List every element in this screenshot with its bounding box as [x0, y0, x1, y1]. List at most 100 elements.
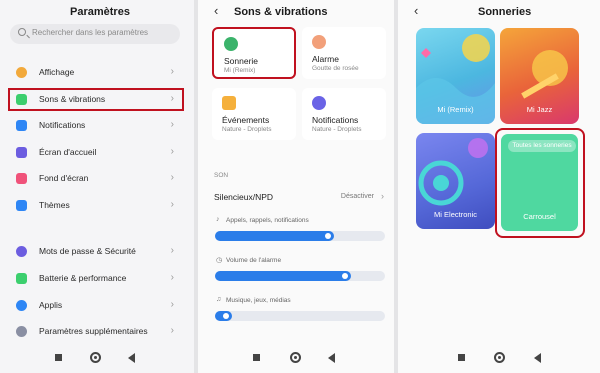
settings-panel: Paramètres Rechercher dans les paramètre…: [0, 0, 194, 373]
chevron-right-icon: ›: [170, 146, 174, 157]
tile-label: Carrousel: [523, 212, 556, 221]
settings-item-label: Notifications: [39, 120, 86, 130]
chevron-right-icon: ›: [170, 172, 174, 183]
settings-item-applis[interactable]: Applis ›: [8, 295, 184, 317]
slider-fill: [215, 311, 232, 321]
settings-item-parametres-supp[interactable]: Paramètres supplémentaires ›: [8, 321, 184, 343]
bell-icon: [312, 96, 326, 110]
settings-item-fond-ecran[interactable]: Fond d'écran ›: [8, 168, 184, 190]
tile-background: Toutes les sonneries Carrousel: [501, 134, 578, 231]
card-subtitle: Nature - Droplets: [222, 126, 272, 133]
settings-item-themes[interactable]: Thèmes ›: [8, 195, 184, 217]
settings-item-label: Mots de passe & Sécurité: [39, 246, 136, 256]
wallpaper-icon: [16, 173, 27, 184]
card-subtitle: Goutte de rosée: [312, 65, 359, 72]
navigation-bar: [198, 351, 394, 365]
ring-volume-slider[interactable]: [215, 231, 385, 241]
recent-apps-button[interactable]: [55, 354, 62, 361]
back-arrow-icon[interactable]: ‹: [214, 3, 218, 18]
alarm-card[interactable]: Alarme Goutte de rosée: [302, 27, 386, 79]
ringtone-tile-mi-jazz[interactable]: Mi Jazz: [500, 28, 579, 124]
home-button[interactable]: [290, 352, 301, 363]
chevron-right-icon: ›: [170, 325, 174, 336]
chevron-right-icon: ›: [170, 119, 174, 130]
navigation-bar: [0, 351, 194, 365]
settings-item-batterie[interactable]: Batterie & performance ›: [8, 268, 184, 290]
back-button[interactable]: [328, 353, 335, 363]
silent-mode-value: Désactiver: [340, 193, 374, 200]
theme-icon: [16, 200, 27, 211]
card-title: Alarme: [312, 54, 339, 64]
navigation-bar: [398, 351, 600, 365]
slider-knob[interactable]: [325, 233, 331, 239]
settings-item-label: Batterie & performance: [39, 273, 127, 283]
tile-label: Mi Electronic: [434, 210, 477, 219]
ringtone-card[interactable]: Sonnerie Mi (Remix): [212, 27, 296, 79]
home-button[interactable]: [494, 352, 505, 363]
media-volume-slider[interactable]: [215, 311, 385, 321]
card-subtitle: Mi (Remix): [224, 67, 256, 74]
fingerprint-icon: [16, 246, 27, 257]
slider-knob[interactable]: [342, 273, 348, 279]
search-input[interactable]: Rechercher dans les paramètres: [10, 24, 180, 44]
back-button[interactable]: [534, 353, 541, 363]
sun-icon: [16, 67, 27, 78]
volume-label: Appels, rappels, notifications: [226, 217, 309, 224]
back-arrow-icon[interactable]: ‹: [414, 3, 418, 18]
settings-item-ecran-accueil[interactable]: Écran d'accueil ›: [8, 142, 184, 164]
chevron-right-icon: ›: [170, 66, 174, 77]
phone-icon: [224, 37, 238, 51]
chevron-right-icon: ›: [381, 191, 384, 201]
alarm-icon: ◷: [216, 257, 223, 264]
bell-icon: ♪: [216, 216, 220, 223]
recent-apps-button[interactable]: [253, 354, 260, 361]
settings-item-mots-de-passe[interactable]: Mots de passe & Sécurité ›: [8, 241, 184, 263]
silent-mode-label[interactable]: Silencieux/NPD: [214, 192, 273, 202]
volume-label: Musique, jeux, médias: [226, 297, 291, 304]
card-title: Notifications: [312, 115, 359, 125]
more-icon: [16, 326, 27, 337]
alarm-icon: [312, 35, 326, 49]
settings-item-label: Fond d'écran: [39, 173, 89, 183]
back-button[interactable]: [128, 353, 135, 363]
settings-item-affichage[interactable]: Affichage ›: [8, 62, 184, 84]
sound-panel: ‹ Sons & vibrations Sonnerie Mi (Remix) …: [198, 0, 394, 373]
notification-icon: [16, 120, 27, 131]
all-ringtones-button[interactable]: Toutes les sonneries: [508, 140, 576, 152]
chevron-right-icon: ›: [170, 93, 174, 104]
chevron-right-icon: ›: [170, 199, 174, 210]
notifications-card[interactable]: Notifications Nature - Droplets: [302, 88, 386, 140]
search-icon: [18, 28, 26, 36]
chevron-right-icon: ›: [170, 299, 174, 310]
gear-icon: [16, 300, 27, 311]
speaker-icon: [16, 94, 27, 105]
card-title: Sonnerie: [224, 56, 259, 66]
ringtone-tile-mi-electronic[interactable]: Mi Electronic: [416, 133, 495, 229]
tile-label: Mi (Remix): [437, 105, 474, 114]
slider-knob[interactable]: [223, 313, 229, 319]
settings-item-label: Sons & vibrations: [39, 94, 106, 104]
section-header: SON: [214, 172, 229, 179]
settings-item-label: Applis: [39, 300, 63, 310]
chevron-right-icon: ›: [170, 245, 174, 256]
chevron-right-icon: ›: [170, 272, 174, 283]
music-icon: ♫: [216, 296, 222, 303]
home-button[interactable]: [90, 352, 101, 363]
events-card[interactable]: Événements Nature - Droplets: [212, 88, 296, 140]
ringtone-tile-mi-remix[interactable]: Mi (Remix): [416, 28, 495, 124]
home-icon: [16, 147, 27, 158]
card-subtitle: Nature - Droplets: [312, 126, 362, 133]
page-title: Paramètres: [70, 6, 130, 18]
ringtones-panel: ‹ Sonneries Mi (Remix) Mi Jazz Mi Electr…: [398, 0, 600, 373]
alarm-volume-slider[interactable]: [215, 271, 385, 281]
settings-item-label: Affichage: [39, 67, 75, 77]
settings-item-sons-vibrations[interactable]: Sons & vibrations ›: [8, 88, 184, 111]
settings-item-notifications[interactable]: Notifications ›: [8, 115, 184, 137]
event-icon: [222, 96, 236, 110]
search-placeholder: Rechercher dans les paramètres: [32, 28, 149, 37]
tile-label: Mi Jazz: [526, 105, 553, 114]
settings-item-label: Écran d'accueil: [39, 147, 97, 157]
ringtone-tile-carrousel[interactable]: Toutes les sonneries Carrousel: [495, 128, 585, 238]
recent-apps-button[interactable]: [458, 354, 465, 361]
settings-item-label: Paramètres supplémentaires: [39, 326, 148, 336]
